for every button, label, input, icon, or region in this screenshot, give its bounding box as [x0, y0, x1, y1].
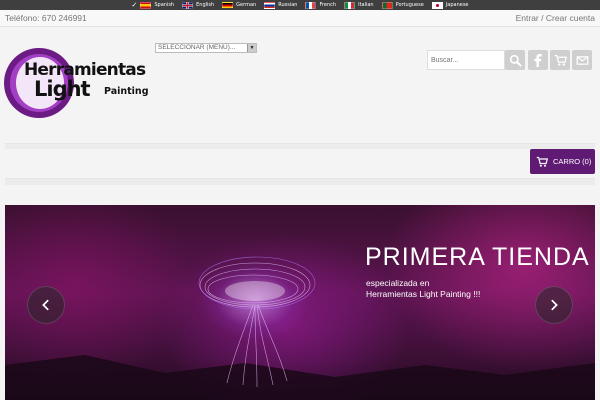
account-separator: /: [538, 13, 546, 23]
language-label: German: [236, 2, 257, 8]
cart-button[interactable]: CARRO (0): [530, 149, 595, 174]
language-label: Spanish: [154, 2, 175, 8]
language-label: English: [196, 2, 215, 8]
germany-flag-icon: [222, 1, 234, 9]
language-label: French: [319, 2, 337, 8]
facebook-button[interactable]: [528, 50, 548, 70]
language-portuguese[interactable]: Portuguese: [381, 1, 424, 9]
language-english[interactable]: English: [182, 1, 215, 9]
search-icon: [509, 54, 522, 67]
language-spanish[interactable]: ✓ Spanish: [131, 0, 175, 9]
language-label: Japanese: [445, 2, 469, 8]
hero-subtitle-line1: especializada en: [366, 278, 430, 288]
language-german[interactable]: German: [222, 1, 257, 9]
logo[interactable]: Herramientas Light Painting: [4, 48, 149, 120]
slider-next-button[interactable]: [535, 286, 573, 324]
top-bar: Teléfono: 670 246991 Entrar / Crear cuen…: [0, 10, 600, 27]
search-button[interactable]: [505, 50, 525, 70]
japan-flag-icon: [431, 1, 443, 9]
spain-flag-icon: [140, 1, 152, 9]
mail-button[interactable]: [572, 50, 592, 70]
hero-slider: PRIMERA TIENDA especializada en Herramie…: [5, 205, 595, 400]
cart-icon: [536, 156, 548, 167]
hero-light-painting-image: [5, 256, 595, 400]
facebook-icon: [533, 53, 542, 67]
language-bar: ✓ Spanish English German Russian French …: [0, 0, 600, 10]
language-label: Russian: [278, 2, 298, 8]
language-italian[interactable]: Italian: [344, 1, 374, 9]
header-divider: [5, 143, 595, 149]
cart-icon-button[interactable]: [550, 50, 570, 70]
search-input[interactable]: [427, 50, 505, 70]
check-icon: ✓: [131, 0, 138, 9]
cart-label: CARRO (0): [553, 157, 592, 166]
italy-flag-icon: [344, 1, 356, 9]
uk-flag-icon: [182, 1, 194, 9]
nav-divider: [5, 178, 595, 185]
menu-select-value: SELECCIONAR (MENÚ)...: [158, 44, 236, 51]
phone-number: Teléfono: 670 246991: [5, 13, 87, 23]
russia-flag-icon: [264, 1, 276, 9]
mail-icon: [576, 55, 588, 65]
chevron-right-icon: [551, 299, 558, 311]
slider-prev-button[interactable]: [27, 286, 65, 324]
login-link[interactable]: Entrar: [516, 13, 539, 23]
register-link[interactable]: Crear cuenta: [546, 13, 595, 23]
logo-text-line2: Light: [34, 77, 91, 101]
language-label: Portuguese: [395, 2, 424, 8]
portugal-flag-icon: [381, 1, 393, 9]
france-flag-icon: [305, 1, 317, 9]
menu-select[interactable]: SELECCIONAR (MENÚ)... ▼: [155, 43, 257, 53]
site-header: Herramientas Light Painting SELECCIONAR …: [0, 27, 600, 149]
language-french[interactable]: French: [305, 1, 337, 9]
hero-subtitle-line2: Herramientas Light Painting !!!: [366, 289, 481, 299]
language-label: Italian: [358, 2, 374, 8]
account-links: Entrar / Crear cuenta: [516, 13, 595, 23]
hero-title: PRIMERA TIENDA: [365, 243, 590, 271]
language-russian[interactable]: Russian: [264, 1, 298, 9]
language-japanese[interactable]: Japanese: [431, 1, 469, 9]
logo-text-line3: Painting: [104, 86, 149, 97]
dropdown-arrow-icon: ▼: [247, 44, 256, 52]
cart-icon: [554, 54, 567, 66]
chevron-left-icon: [42, 299, 49, 311]
